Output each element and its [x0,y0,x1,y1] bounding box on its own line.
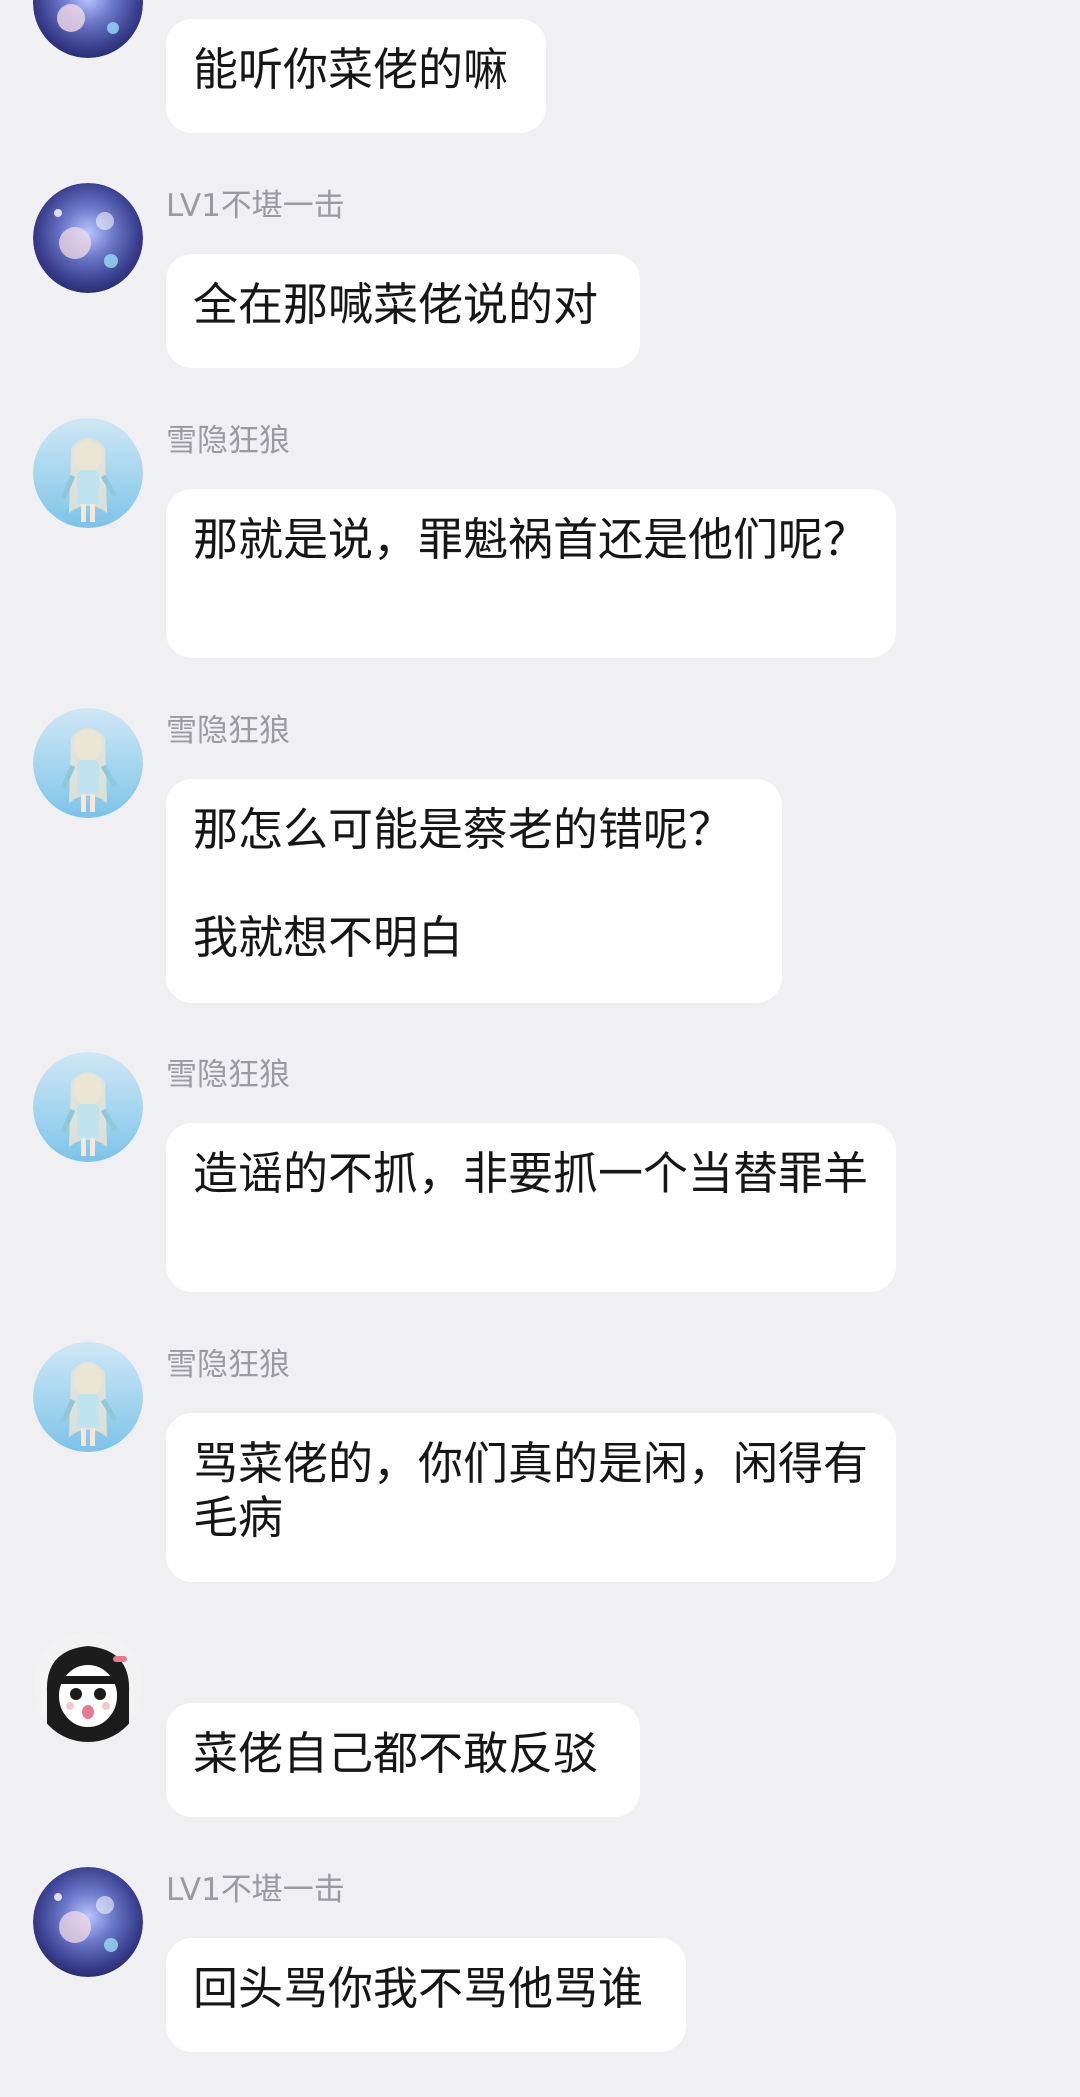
message-bubble[interactable]: 全在那喊菜佬说的对 [166,254,640,368]
sender-name: 雪隐狂狼 [166,1057,290,1093]
message-bubble[interactable]: 那怎么可能是蔡老的错呢？ 我就想不明白 [166,779,782,1003]
anime-girl-avatar[interactable] [33,708,143,818]
sender-name: 雪隐狂狼 [166,713,290,749]
message-bubble[interactable]: 骂菜佬的，你们真的是闲，闲得有毛病 [166,1413,896,1582]
anime-girl-avatar[interactable] [33,1052,143,1162]
message-bubble[interactable]: 回头骂你我不骂他骂谁 [166,1938,686,2052]
galaxy-girl-avatar[interactable] [33,1867,143,1977]
message-bubble[interactable]: 那就是说，罪魁祸首还是他们呢？ [166,489,896,658]
message-bubble[interactable]: 能听你菜佬的嘛 [166,19,546,133]
sender-name: 雪隐狂狼 [166,1347,290,1383]
galaxy-girl-avatar[interactable] [33,183,143,293]
sender-name: LV1不堪一击 [166,1872,345,1908]
message-bubble[interactable]: 菜佬自己都不敢反驳 [166,1703,640,1817]
chat-message-list[interactable]: 能听你菜佬的嘛 LV1不堪一击 全在那喊菜佬说的对 雪隐狂狼 那就是说，罪魁祸首… [0,0,1080,2097]
sender-name: 雪隐狂狼 [166,423,290,459]
galaxy-girl-avatar[interactable] [33,0,143,58]
manga-girl-avatar[interactable] [33,1632,143,1742]
sender-name: LV1不堪一击 [166,188,345,224]
anime-girl-avatar[interactable] [33,1342,143,1452]
message-bubble[interactable]: 造谣的不抓，非要抓一个当替罪羊 [166,1123,896,1292]
anime-girl-avatar[interactable] [33,418,143,528]
